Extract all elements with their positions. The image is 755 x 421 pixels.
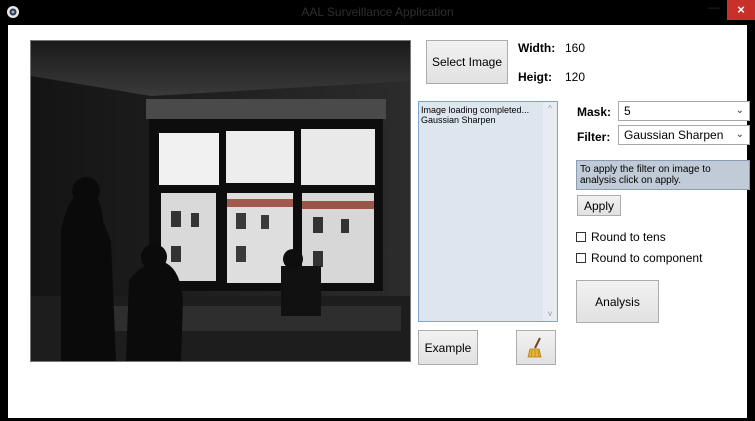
log-line: Image loading completed... bbox=[421, 105, 530, 115]
round-tens-option[interactable]: Round to tens bbox=[576, 230, 666, 244]
apply-hint: To apply the filter on image to analysis… bbox=[576, 160, 750, 190]
apply-button[interactable]: Apply bbox=[577, 195, 621, 216]
broom-icon bbox=[527, 337, 542, 357]
width-label: Width: bbox=[518, 41, 556, 55]
clear-button[interactable] bbox=[516, 330, 556, 365]
main-panel: Select Image Width: 160 Heigt: 120 Image… bbox=[8, 25, 750, 418]
mask-label: Mask: bbox=[577, 105, 612, 119]
round-tens-checkbox[interactable] bbox=[576, 232, 586, 242]
title-bar: AAL Surveillance Application — × bbox=[0, 0, 755, 25]
image-preview bbox=[30, 40, 411, 362]
minimize-button[interactable]: — bbox=[700, 0, 728, 20]
scroll-up-icon[interactable]: ^ bbox=[546, 105, 554, 113]
filter-select[interactable]: Gaussian Sharpen ⌄ bbox=[618, 125, 750, 145]
log-textbox[interactable]: Image loading completed... Gaussian Shar… bbox=[418, 101, 558, 322]
round-tens-label: Round to tens bbox=[591, 230, 666, 244]
filter-value: Gaussian Sharpen bbox=[624, 128, 724, 142]
round-component-option[interactable]: Round to component bbox=[576, 251, 702, 265]
select-image-button[interactable]: Select Image bbox=[426, 40, 508, 84]
analysis-button[interactable]: Analysis bbox=[576, 280, 659, 323]
mask-value: 5 bbox=[624, 104, 631, 118]
window-title: AAL Surveillance Application bbox=[301, 5, 454, 19]
chevron-down-icon: ⌄ bbox=[735, 129, 744, 140]
round-component-label: Round to component bbox=[591, 251, 703, 265]
height-label: Heigt: bbox=[518, 70, 552, 84]
log-scrollbar[interactable]: ^ v bbox=[543, 102, 557, 321]
close-button[interactable]: × bbox=[727, 0, 755, 20]
chevron-down-icon: ⌄ bbox=[735, 105, 744, 116]
filter-label: Filter: bbox=[577, 130, 611, 144]
width-value: 160 bbox=[565, 41, 586, 55]
app-window: AAL Surveillance Application — × Select … bbox=[0, 0, 755, 421]
mask-select[interactable]: 5 ⌄ bbox=[618, 101, 750, 121]
log-line: Gaussian Sharpen bbox=[421, 115, 496, 125]
example-button[interactable]: Example bbox=[418, 330, 478, 365]
height-value: 120 bbox=[565, 70, 586, 84]
scroll-down-icon[interactable]: v bbox=[546, 310, 554, 318]
round-component-checkbox[interactable] bbox=[576, 253, 586, 263]
